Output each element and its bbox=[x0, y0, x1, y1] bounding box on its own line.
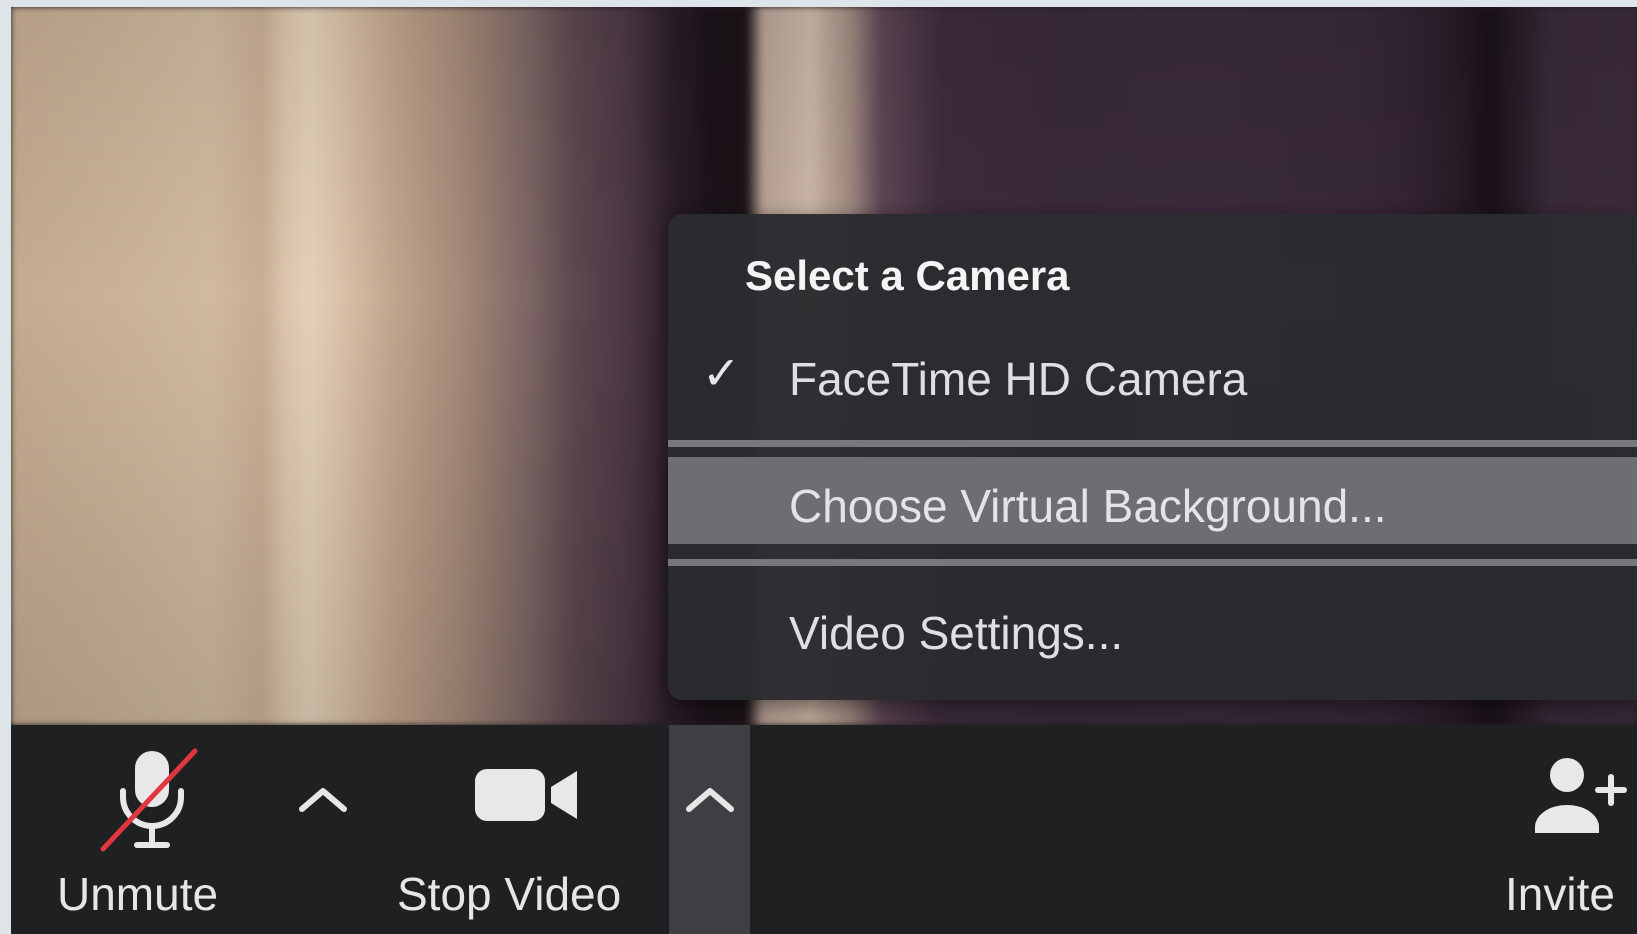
invite-button[interactable]: Invite bbox=[1491, 725, 1637, 934]
menu-item-label: Video Settings... bbox=[789, 607, 1124, 659]
unmute-label: Unmute bbox=[57, 868, 219, 920]
video-options-button[interactable] bbox=[669, 725, 750, 934]
chevron-up-icon bbox=[299, 788, 347, 812]
menu-item-label: Choose Virtual Background... bbox=[789, 480, 1387, 532]
invite-label: Invite bbox=[1505, 868, 1615, 920]
microphone-muted-icon bbox=[100, 748, 198, 852]
checkmark-icon: ✓ bbox=[702, 347, 741, 399]
unmute-button[interactable]: Unmute bbox=[31, 725, 231, 934]
menu-heading: Select a Camera bbox=[745, 252, 1070, 299]
video-camera-icon bbox=[475, 769, 577, 821]
add-person-icon bbox=[1535, 758, 1627, 833]
menu-divider bbox=[668, 440, 1637, 447]
menu-item-video-settings[interactable]: Video Settings... bbox=[668, 582, 1637, 670]
camera-select-menu: Select a Camera ✓ FaceTime HD Camera Cho… bbox=[668, 214, 1637, 700]
chevron-up-icon bbox=[686, 788, 734, 812]
menu-divider bbox=[668, 559, 1637, 566]
menu-item-facetime-camera[interactable]: ✓ FaceTime HD Camera bbox=[668, 332, 1637, 420]
meeting-toolbar: Unmute Stop Video Invite bbox=[11, 725, 1637, 934]
stop-video-button[interactable]: Stop Video bbox=[381, 725, 651, 934]
audio-options-button[interactable] bbox=[273, 725, 353, 934]
meeting-window: Select a Camera ✓ FaceTime HD Camera Cho… bbox=[11, 7, 1637, 934]
stop-video-label: Stop Video bbox=[397, 868, 622, 920]
menu-item-label: FaceTime HD Camera bbox=[789, 353, 1248, 405]
menu-item-choose-virtual-background[interactable]: Choose Virtual Background... bbox=[668, 457, 1637, 544]
